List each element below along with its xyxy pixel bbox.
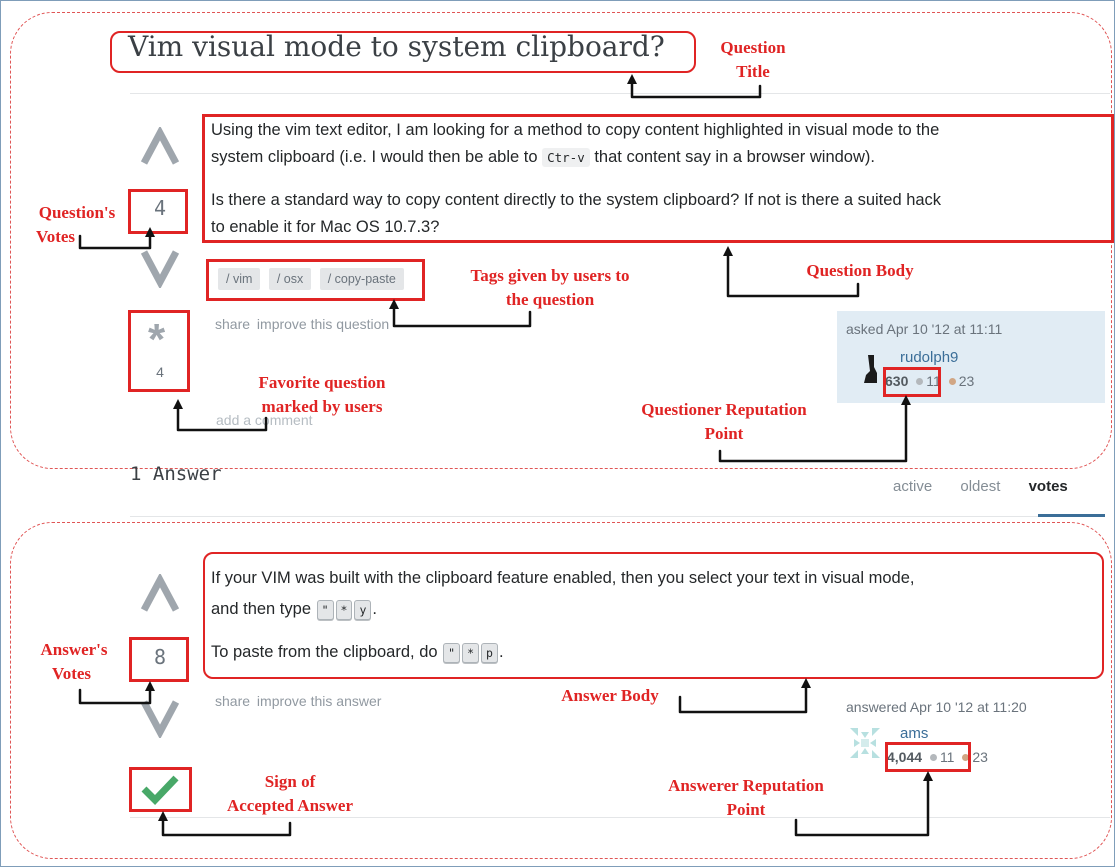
annotation-arrows	[78, 74, 933, 837]
